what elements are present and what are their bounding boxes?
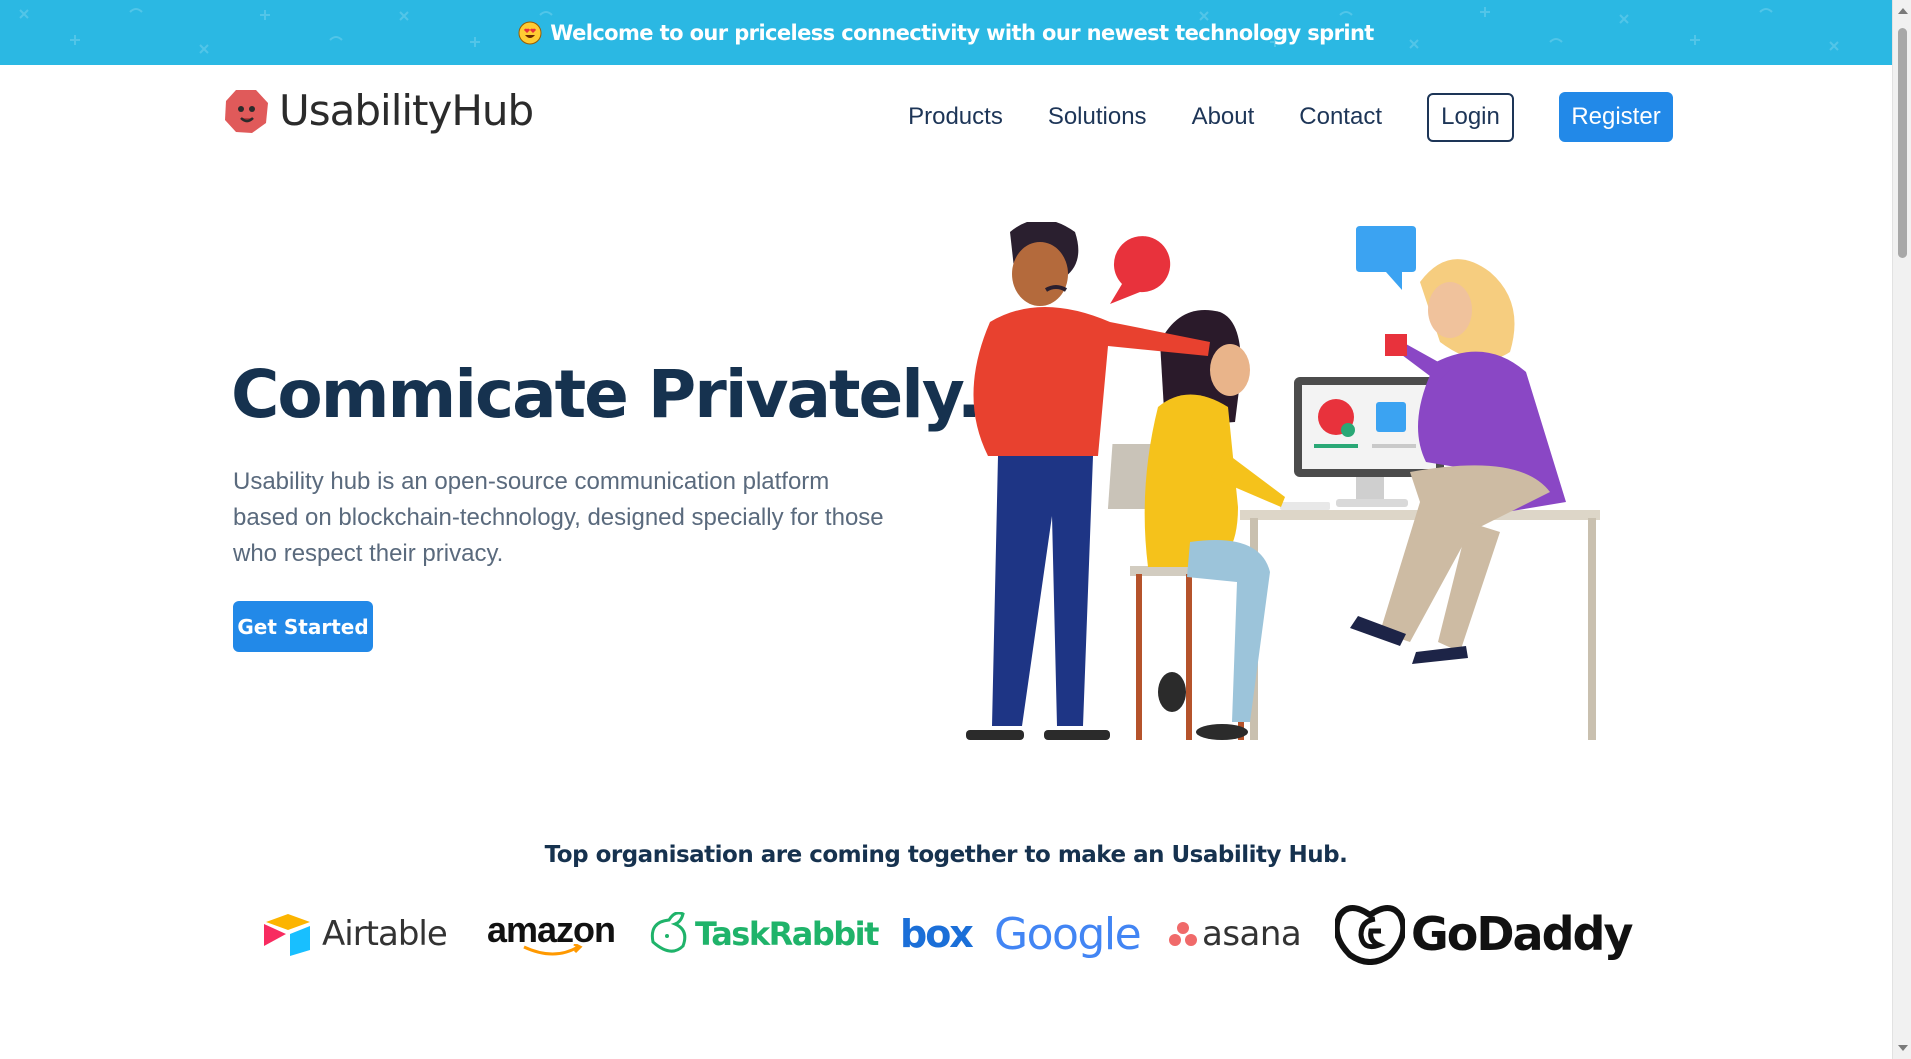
amazon-smile-icon bbox=[523, 944, 583, 956]
screen-check-icon bbox=[1341, 423, 1355, 437]
taskrabbit-icon bbox=[650, 912, 687, 953]
partner-name: asana bbox=[1202, 914, 1302, 954]
hero-title: Commicate Privately. bbox=[231, 356, 982, 433]
partner-amazon[interactable]: amazon bbox=[487, 898, 616, 970]
register-button[interactable]: Register bbox=[1559, 92, 1673, 142]
partner-name: GoDaddy bbox=[1411, 907, 1633, 961]
partner-box[interactable]: box bbox=[900, 898, 974, 970]
partner-name: TaskRabbit bbox=[695, 915, 879, 953]
red-speech-bubble-icon bbox=[1110, 236, 1171, 304]
desk-leg-right bbox=[1588, 518, 1596, 740]
asana-icon bbox=[1169, 922, 1197, 946]
partner-name: amazon bbox=[487, 909, 616, 950]
airtable-icon bbox=[264, 914, 310, 956]
announcement-bar: Welcome to our priceless connectivity wi… bbox=[0, 0, 1892, 65]
partner-google[interactable]: Google bbox=[994, 898, 1142, 970]
scroll-up-icon[interactable] bbox=[1898, 8, 1908, 14]
partners-heading: Top organisation are coming together to … bbox=[544, 842, 1348, 868]
page-scrollbar[interactable] bbox=[1892, 0, 1911, 1059]
partner-godaddy[interactable]: GoDaddy bbox=[1335, 898, 1633, 970]
main-nav: Products Solutions About Contact Login R… bbox=[908, 92, 1673, 142]
login-button[interactable]: Login bbox=[1427, 92, 1514, 142]
man-pants bbox=[992, 456, 1093, 726]
hero-description: Usability hub is an open-source communic… bbox=[233, 468, 884, 567]
screen-blue-square bbox=[1376, 402, 1406, 432]
partner-name: Airtable bbox=[322, 914, 448, 954]
partner-airtable[interactable]: Airtable bbox=[262, 898, 448, 970]
blue-speech-bubble-icon bbox=[1356, 226, 1416, 290]
keyboard bbox=[1280, 502, 1330, 510]
brand-name: UsabilityHub bbox=[279, 86, 534, 135]
partner-name: Google bbox=[994, 908, 1142, 960]
scroll-down-icon[interactable] bbox=[1898, 1045, 1908, 1051]
nav-solutions[interactable]: Solutions bbox=[1048, 103, 1147, 131]
godaddy-icon bbox=[1335, 905, 1405, 965]
smiley-logo-icon bbox=[225, 89, 268, 133]
heart-eyes-emoji-icon bbox=[518, 21, 542, 44]
nav-products[interactable]: Products bbox=[908, 103, 1003, 131]
team-collaboration-illustration bbox=[966, 222, 1600, 740]
partner-logos: Airtable amazon TaskRabbit box Google as… bbox=[262, 898, 1633, 970]
nav-contact[interactable]: Contact bbox=[1299, 103, 1382, 131]
partner-asana[interactable]: asana bbox=[1168, 898, 1302, 970]
announcement-text: Welcome to our priceless connectivity wi… bbox=[550, 20, 1374, 45]
scroll-thumb[interactable] bbox=[1898, 28, 1907, 258]
nav-about[interactable]: About bbox=[1192, 103, 1255, 131]
get-started-button[interactable]: Get Started bbox=[233, 601, 373, 652]
red-cup bbox=[1385, 334, 1407, 356]
partner-name: box bbox=[900, 912, 974, 956]
brand-logo[interactable]: UsabilityHub bbox=[222, 86, 534, 135]
partner-taskrabbit[interactable]: TaskRabbit bbox=[645, 898, 879, 970]
